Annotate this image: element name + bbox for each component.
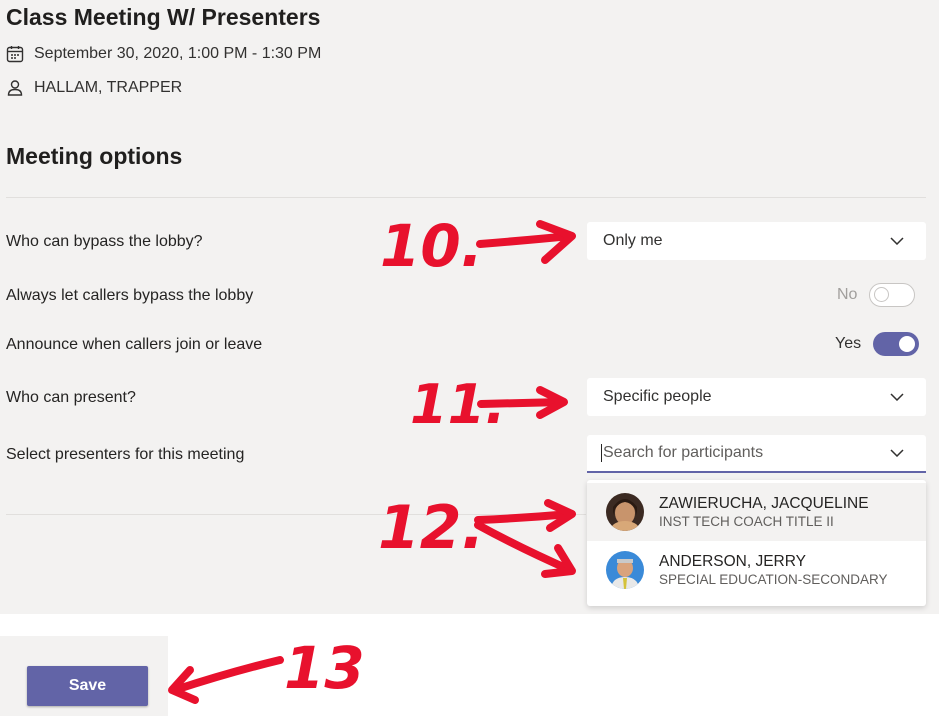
meeting-organizer: HALLAM, TRAPPER [34,79,183,96]
who-can-present-dropdown[interactable]: Specific people [587,378,926,416]
bypass-lobby-label: Who can bypass the lobby? [6,233,203,250]
meeting-organizer-row: HALLAM, TRAPPER [6,77,182,99]
meeting-title: Class Meeting W/ Presenters [6,4,321,30]
annotation-label: 13 [284,634,365,702]
list-item[interactable]: ZAWIERUCHA, JACQUELINE INST TECH COACH T… [587,483,926,541]
who-can-present-label: Who can present? [6,389,136,406]
person-name: ZAWIERUCHA, JACQUELINE [659,495,869,512]
callers-bypass-toggle[interactable] [869,283,916,307]
person-details: ZAWIERUCHA, JACQUELINE INST TECH COACH T… [659,494,869,530]
meeting-datetime: September 30, 2020, 1:00 PM - 1:30 PM [34,45,322,62]
person-title: INST TECH COACH TITLE II [659,514,834,529]
options-heading: Meeting options [6,143,183,169]
callers-bypass-label: Always let callers bypass the lobby [6,287,254,304]
bypass-lobby-dropdown[interactable]: Only me [587,222,926,260]
meeting-datetime-row: September 30, 2020, 1:00 PM - 1:30 PM [6,43,321,65]
people-suggestion-list: ZAWIERUCHA, JACQUELINE INST TECH COACH T… [587,480,926,606]
avatar [606,493,644,531]
callers-bypass-toggle-row: No [837,283,916,307]
chevron-down-icon[interactable] [890,444,904,462]
toggle-knob [874,287,890,302]
chevron-down-icon [890,388,904,406]
announce-callers-label: Announce when callers join or leave [6,336,263,353]
person-icon [6,79,24,97]
announce-callers-toggle-row: Yes [835,332,920,356]
announce-callers-state: Yes [835,335,862,352]
bypass-lobby-value: Only me [603,232,663,249]
announce-callers-toggle[interactable] [873,332,920,356]
person-title: SPECIAL EDUCATION-SECONDARY [659,572,888,587]
person-name: ANDERSON, JERRY [659,553,806,570]
divider [6,514,586,515]
select-presenters-label: Select presenters for this meeting [6,446,245,463]
divider [6,197,926,198]
callers-bypass-state: No [837,286,858,303]
arrow-to-save [171,656,284,694]
list-item[interactable]: ANDERSON, JERRY SPECIAL EDUCATION-SECOND… [587,541,926,599]
who-can-present-value: Specific people [603,388,712,405]
presenter-search-placeholder: Search for participants [601,444,764,462]
arrowhead [168,666,199,704]
save-button[interactable]: Save [27,666,148,706]
toggle-knob [899,336,916,352]
avatar [606,551,644,589]
calendar-icon [6,45,24,63]
presenter-search-input[interactable]: Search for participants [587,435,926,473]
person-details: ANDERSON, JERRY SPECIAL EDUCATION-SECOND… [659,552,888,588]
chevron-down-icon [890,232,904,250]
